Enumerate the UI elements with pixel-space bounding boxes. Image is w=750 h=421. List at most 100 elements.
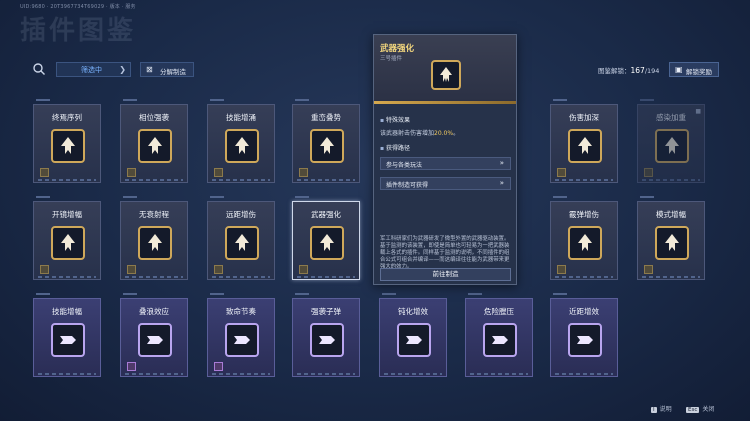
rarity-bar [374, 101, 516, 104]
card-tab [553, 99, 567, 101]
decompose-button[interactable]: ⊠ 分解制造 [140, 62, 194, 77]
plugin-card[interactable]: 无衰射程 [120, 196, 188, 280]
weapon-enhance-icon [431, 60, 461, 90]
path-craft-button[interactable]: 插件制造可获得» [380, 177, 511, 190]
plugin-card[interactable]: 技能增幅 [33, 293, 101, 377]
card-tab [295, 196, 309, 198]
scope-boost-icon [51, 226, 85, 260]
plugin-type-icon [299, 265, 308, 274]
plugin-card[interactable]: 感染加重 ■ [637, 99, 705, 183]
craft-button[interactable]: 前往制造 [380, 268, 511, 281]
card-divider [125, 276, 183, 278]
plugin-card[interactable]: 霰弹增伤 [550, 196, 618, 280]
card-divider [642, 179, 700, 181]
plugin-name: 感染加重 [656, 113, 686, 122]
mode-boost-icon [655, 226, 689, 260]
card-divider [297, 179, 355, 181]
card-tab [295, 99, 309, 101]
card-tab [210, 293, 224, 295]
plugin-type-icon [214, 168, 223, 177]
plugin-card[interactable]: 叠浪效应 [120, 293, 188, 377]
plugin-type-icon [644, 168, 653, 177]
blunt-icon [397, 323, 431, 357]
tooltip-description: 军工科研家们为武器研发了微型外置的武器驱动装置。基于监测的该装置，即使是简单也可… [380, 236, 510, 270]
card-tab [640, 196, 654, 198]
plugin-type-icon [644, 265, 653, 274]
reward-label: 解锁奖励 [686, 68, 712, 76]
lethal-rhythm-icon [225, 323, 259, 357]
card-tab [123, 196, 137, 198]
shotgun-icon [568, 226, 602, 260]
card-tab [553, 293, 567, 295]
phase-strike-icon [138, 129, 172, 163]
card-tab [382, 293, 396, 295]
card-tab [210, 99, 224, 101]
close-hint[interactable]: Esc 关闭 [686, 404, 714, 413]
plugin-card[interactable]: 伤害加深 [550, 99, 618, 183]
card-divider [470, 373, 528, 375]
filter-dropdown[interactable]: 筛选中 ❯ [56, 62, 131, 77]
plugin-name: 近距增效 [569, 307, 599, 316]
plugin-card[interactable]: 致命节奏 [207, 293, 275, 377]
plugin-card[interactable]: 钝化增效 [379, 293, 447, 377]
tooltip-title: 武器强化 [380, 44, 415, 54]
long-range-icon [225, 226, 259, 260]
effect-text: 该武器射击伤害增加20.0%。 [380, 130, 460, 137]
plugin-type-icon [557, 168, 566, 177]
close-range-icon [568, 323, 602, 357]
plugin-name: 叠浪效应 [139, 307, 169, 316]
plugin-card[interactable]: 近距增效 [550, 293, 618, 377]
plugin-card[interactable]: 开镜增幅 [33, 196, 101, 280]
card-tab [123, 99, 137, 101]
path-heading: 获得路径 [380, 143, 410, 152]
chevron-right-icon: ❯ [119, 65, 126, 74]
card-divider [212, 276, 270, 278]
lock-icon: ■ [695, 108, 701, 115]
plugin-type-icon [557, 265, 566, 274]
plugin-name: 技能增涌 [226, 113, 256, 122]
plugin-card[interactable]: 终焉序列 [33, 99, 101, 183]
effect-heading: 特殊效果 [380, 115, 410, 124]
search-icon[interactable] [32, 62, 46, 76]
plugin-card[interactable]: 强袭子弹 [292, 293, 360, 377]
filter-label: 筛选中 [81, 66, 102, 74]
plugin-card[interactable]: 重峦叠势 [292, 99, 360, 183]
plugin-name: 模式增幅 [656, 210, 686, 219]
plugin-card[interactable]: 技能增涌 [207, 99, 275, 183]
card-divider [555, 179, 613, 181]
codex-label: 图鉴解锁： [598, 67, 631, 75]
range-arrow-icon [138, 226, 172, 260]
plugin-card[interactable]: 远距增伤 [207, 196, 275, 280]
card-divider [297, 276, 355, 278]
plugin-card[interactable]: 相位强袭 [120, 99, 188, 183]
plugin-type-icon [299, 168, 308, 177]
card-tab [553, 196, 567, 198]
card-tab [468, 293, 482, 295]
plugin-card[interactable]: 模式增幅 [637, 196, 705, 280]
assault-bullet-icon [310, 323, 344, 357]
help-hint[interactable]: I 说明 [651, 404, 672, 413]
card-tab [640, 99, 654, 101]
card-divider [212, 179, 270, 181]
plugin-type-icon [127, 168, 136, 177]
card-divider [297, 373, 355, 375]
card-divider [125, 179, 183, 181]
close-label: 关闭 [702, 406, 715, 413]
path-activities-button[interactable]: 参与各类玩法» [380, 157, 511, 170]
card-tab [36, 196, 50, 198]
plugin-name: 致命节奏 [226, 307, 256, 316]
plugin-type-icon [40, 168, 49, 177]
card-tab [295, 293, 309, 295]
damage-amplify-icon [568, 129, 602, 163]
plugin-type-icon [214, 265, 223, 274]
plugin-card[interactable]: 危险膛压 [465, 293, 533, 377]
plugin-card[interactable]: 武器强化 [292, 196, 360, 280]
unlock-reward-button[interactable]: ▣ 解锁奖励 [669, 62, 719, 77]
uid-text: UID:9680 · 20T3967734T69029 · 版本 · 服务 [20, 4, 136, 10]
plugin-type-icon [214, 362, 223, 371]
wave-stack-icon [138, 323, 172, 357]
peaks-icon [310, 129, 344, 163]
skill-gun-icon [51, 323, 85, 357]
plugin-name: 伤害加深 [569, 113, 599, 122]
plugin-name: 武器强化 [311, 210, 341, 219]
